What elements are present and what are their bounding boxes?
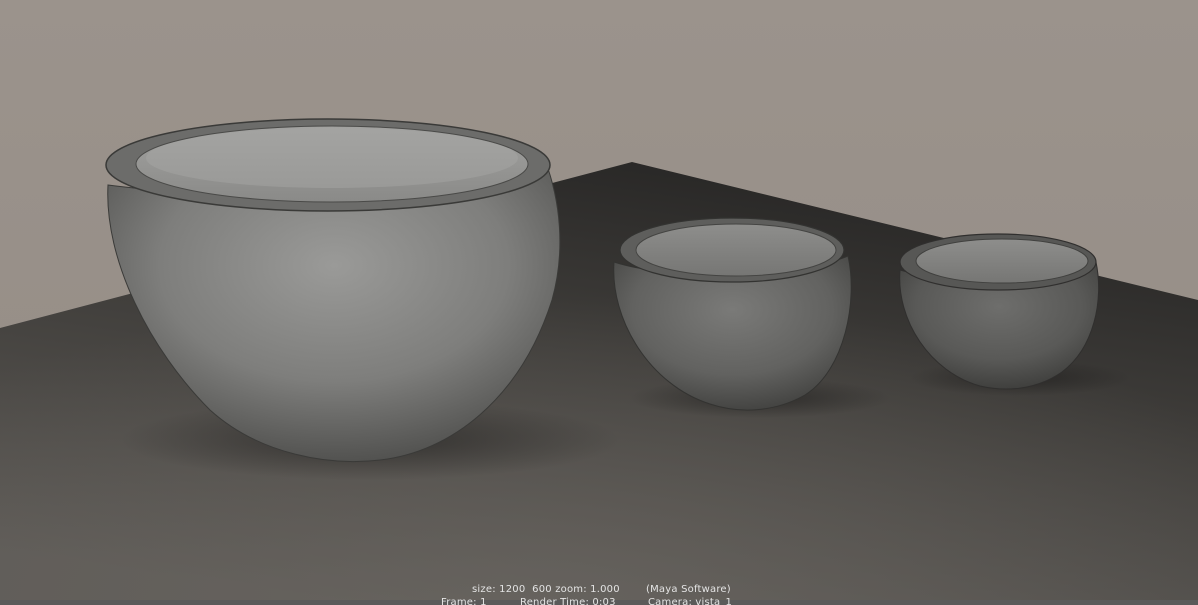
render-size-zoom-text: size: 1200 600 zoom: 1.000 bbox=[472, 584, 620, 595]
frame-number-text: Frame: 1 bbox=[441, 597, 487, 605]
camera-name-text: Camera: vista_1 bbox=[648, 597, 733, 605]
render-info-line-1: size: 1200 600 zoom: 1.000 (Maya Softwar… bbox=[0, 584, 1198, 596]
render-scene bbox=[0, 0, 1198, 605]
render-time-text: Render Time: 0:03 bbox=[520, 597, 616, 605]
renderer-name-text: (Maya Software) bbox=[646, 584, 731, 595]
render-view-window: size: 1200 600 zoom: 1.000 (Maya Softwar… bbox=[0, 0, 1198, 605]
render-info-line-2: Frame: 1 Render Time: 0:03 Camera: vista… bbox=[0, 597, 1198, 605]
